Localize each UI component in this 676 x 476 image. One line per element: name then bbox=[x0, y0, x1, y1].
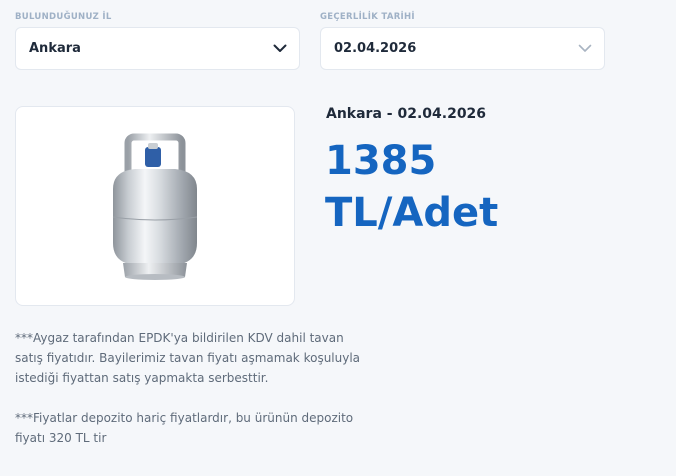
price-value: 1385 bbox=[325, 138, 437, 184]
deposit-note: ***Fiyatlar depozito hariç fiyatlardır, … bbox=[15, 411, 354, 445]
city-select[interactable]: Ankara bbox=[15, 27, 300, 70]
chevron-down-icon bbox=[273, 44, 287, 53]
price-heading: Ankara - 02.04.2026 bbox=[326, 106, 487, 122]
date-select-value: 02.04.2026 bbox=[334, 41, 417, 56]
date-select[interactable]: 02.04.2026 bbox=[320, 27, 605, 70]
product-image-card bbox=[15, 106, 295, 306]
city-select-value: Ankara bbox=[29, 41, 81, 56]
price-unit: TL/Adet bbox=[325, 190, 499, 236]
date-field-label: GEÇERLİLİK TARİHİ bbox=[320, 12, 415, 22]
price-disclaimer-note: ***Aygaz tarafından EPDK'ya bildirilen K… bbox=[15, 331, 361, 385]
city-field-label: BULUNDUĞUNUZ İL bbox=[15, 12, 112, 22]
gas-cylinder-image bbox=[112, 133, 198, 280]
chevron-down-icon bbox=[578, 44, 592, 53]
